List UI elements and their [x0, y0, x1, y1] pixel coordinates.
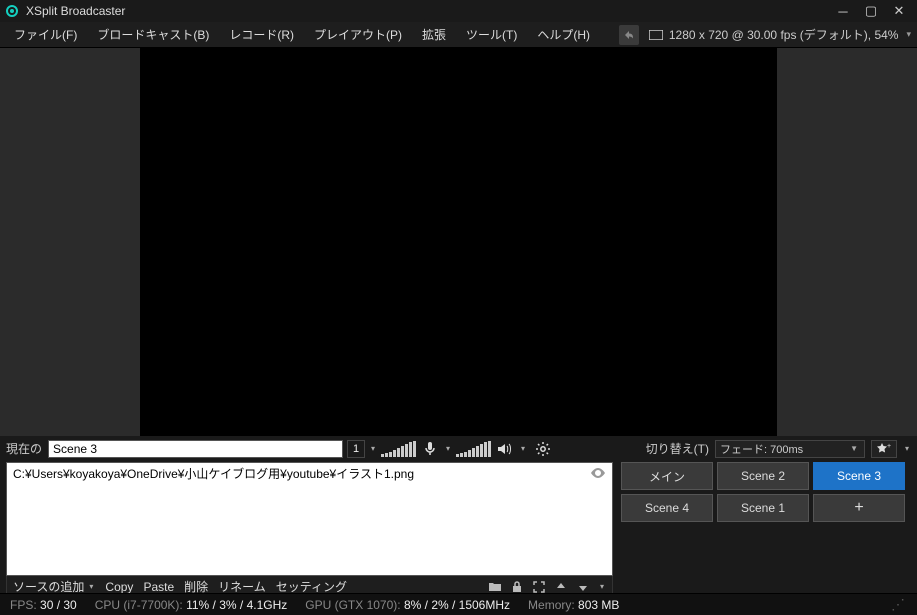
svg-text:+: +: [887, 443, 891, 450]
control-strip: 現在の 1 ▾ ▾ ▾ 切り替え(T) フェード: 700ms ▼: [0, 436, 917, 458]
speaker-vu-meter: [456, 441, 491, 457]
transition-value: フェード: 700ms: [720, 441, 803, 457]
paste-button[interactable]: Paste: [143, 580, 174, 594]
memory-stat: Memory: 803 MB: [528, 598, 619, 612]
menu-playout[interactable]: プレイアウト(P): [306, 23, 410, 46]
lock-icon[interactable]: [510, 580, 524, 594]
chevron-down-icon: ▾: [906, 29, 911, 40]
stinger-add-button[interactable]: +: [871, 440, 897, 458]
scene-name-input[interactable]: [48, 440, 343, 458]
speaker-icon[interactable]: [495, 440, 515, 458]
add-scene-button[interactable]: +: [813, 494, 905, 522]
menubar: ファイル(F) ブロードキャスト(B) レコード(R) プレイアウト(P) 拡張…: [0, 22, 917, 48]
scene-number-badge[interactable]: 1: [347, 440, 365, 458]
source-row[interactable]: C:¥Users¥koyakoya¥OneDrive¥小山ケイブログ用¥yout…: [7, 463, 612, 484]
chevron-down-icon[interactable]: ▾: [519, 444, 527, 453]
scene-button[interactable]: Scene 1: [717, 494, 809, 522]
fps-stat: FPS: 30 / 30: [10, 598, 77, 612]
maximize-button[interactable]: ▢: [857, 1, 885, 21]
visibility-icon[interactable]: [590, 467, 606, 481]
scenes-panel: メインScene 2Scene 3 Scene 4Scene 1+: [621, 462, 911, 598]
move-up-icon[interactable]: [554, 580, 568, 594]
menu-help[interactable]: ヘルプ(H): [529, 23, 598, 46]
mic-vu-meter: [381, 441, 416, 457]
preview-canvas[interactable]: [140, 48, 777, 436]
menu-file[interactable]: ファイル(F): [6, 23, 85, 46]
current-scene-label: 現在の: [6, 440, 44, 457]
cpu-stat: CPU (i7-7700K): 11% / 3% / 4.1GHz: [95, 598, 288, 612]
transition-select[interactable]: フェード: 700ms ▼: [715, 440, 865, 458]
resolution-text: 1280 x 720 @ 30.00 fps (デフォルト), 54%: [669, 26, 899, 43]
preview-area: [0, 48, 917, 436]
titlebar: XSplit Broadcaster ─ ▢ ✕: [0, 0, 917, 22]
app-title: XSplit Broadcaster: [26, 4, 125, 18]
preview-pad-left: [0, 48, 140, 436]
chevron-down-icon[interactable]: ▾: [444, 444, 452, 453]
microphone-icon[interactable]: [420, 440, 440, 458]
sources-list[interactable]: C:¥Users¥koyakoya¥OneDrive¥小山ケイブログ用¥yout…: [6, 462, 613, 576]
gpu-stat: GPU (GTX 1070): 8% / 2% / 1506MHz: [305, 598, 510, 612]
source-path: C:¥Users¥koyakoya¥OneDrive¥小山ケイブログ用¥yout…: [13, 465, 414, 482]
copy-button[interactable]: Copy: [105, 580, 133, 594]
folder-icon[interactable]: [488, 580, 502, 594]
close-button[interactable]: ✕: [885, 1, 913, 21]
menu-tools[interactable]: ツール(T): [458, 23, 525, 46]
lower-panels: C:¥Users¥koyakoya¥OneDrive¥小山ケイブログ用¥yout…: [0, 458, 917, 598]
menu-record[interactable]: レコード(R): [221, 23, 302, 46]
scene-button[interactable]: Scene 4: [621, 494, 713, 522]
share-icon[interactable]: [619, 25, 639, 45]
statusbar: FPS: 30 / 30 CPU (i7-7700K): 11% / 3% / …: [0, 593, 917, 615]
scene-button[interactable]: Scene 3: [813, 462, 905, 490]
chevron-down-icon[interactable]: ▾: [598, 582, 606, 591]
resolution-selector[interactable]: 1280 x 720 @ 30.00 fps (デフォルト), 54% ▾: [649, 26, 911, 43]
minimize-button[interactable]: ─: [829, 1, 857, 21]
resize-grip-icon[interactable]: ⋰: [891, 596, 907, 613]
scene-button[interactable]: Scene 2: [717, 462, 809, 490]
sources-panel: C:¥Users¥koyakoya¥OneDrive¥小山ケイブログ用¥yout…: [6, 462, 613, 598]
chevron-down-icon: ▼: [848, 444, 860, 453]
transition-label: 切り替え(T): [646, 440, 709, 457]
chevron-down-icon[interactable]: ▾: [903, 444, 911, 453]
move-down-icon[interactable]: [576, 580, 590, 594]
scene-button[interactable]: メイン: [621, 462, 713, 490]
preview-pad-right: [777, 48, 917, 436]
expand-icon[interactable]: [532, 580, 546, 594]
menu-extensions[interactable]: 拡張: [414, 23, 454, 46]
chevron-down-icon[interactable]: ▾: [369, 444, 377, 453]
gear-icon[interactable]: [533, 440, 553, 458]
app-logo-icon: [4, 3, 20, 19]
menu-broadcast[interactable]: ブロードキャスト(B): [89, 23, 217, 46]
